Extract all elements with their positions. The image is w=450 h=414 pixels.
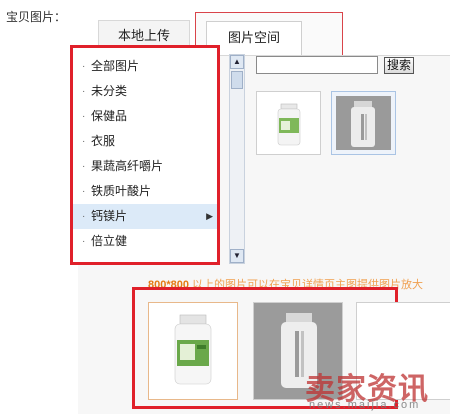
bullet: ·	[82, 61, 86, 72]
bullet: ·	[82, 161, 86, 172]
tab-image-space[interactable]: 图片空间	[206, 21, 302, 56]
category-label: 果蔬高纤嚼片	[91, 159, 164, 173]
supplement-bottle-image	[336, 96, 391, 150]
category-item[interactable]: · 衣服	[73, 129, 217, 154]
category-item[interactable]: · 铁质叶酸片	[73, 179, 217, 204]
category-label: 钙镁片	[91, 209, 128, 223]
bullet: ·	[82, 236, 86, 247]
field-label: 宝贝图片：	[6, 10, 67, 24]
preview-image[interactable]	[148, 302, 238, 400]
category-label: 未分类	[91, 84, 128, 98]
scroll-up-arrow-icon[interactable]: ▲	[230, 55, 244, 69]
category-scrollbar[interactable]: ▲ ▼	[229, 54, 245, 264]
category-item[interactable]: · 全部图片	[73, 54, 217, 79]
category-item[interactable]: · 倍立健	[73, 229, 217, 254]
category-label: 全部图片	[91, 59, 140, 73]
bullet: ·	[82, 86, 86, 97]
bullet: ·	[82, 136, 86, 147]
supplement-bottle-image	[174, 314, 212, 385]
scrollbar-thumb[interactable]	[231, 71, 243, 89]
bullet: ·	[82, 186, 86, 197]
category-label: 保健品	[91, 109, 128, 123]
bullet: ·	[82, 211, 86, 222]
category-item[interactable]: · 保健品	[73, 104, 217, 129]
scroll-down-arrow-icon[interactable]: ▼	[230, 249, 244, 263]
image-thumbnail[interactable]	[256, 91, 321, 155]
bullet: ·	[82, 111, 86, 122]
category-item[interactable]: · 未分类	[73, 79, 217, 104]
category-dropdown: · 全部图片 · 未分类 · 保健品 · 衣服 · 果蔬高纤嚼片 · 铁质叶酸片 · 钙镁片 ▶…	[70, 45, 220, 265]
search-button[interactable]: 搜索	[384, 57, 414, 74]
supplement-bottle-image	[277, 103, 301, 146]
search-input[interactable]	[256, 56, 378, 74]
watermark-url: news.maijia.com	[309, 399, 421, 411]
category-list: · 全部图片 · 未分类 · 保健品 · 衣服 · 果蔬高纤嚼片 · 铁质叶酸片 · 钙镁片 ▶…	[73, 54, 217, 254]
category-item-selected[interactable]: · 钙镁片 ▶	[73, 204, 217, 229]
category-label: 衣服	[91, 134, 116, 148]
category-label: 倍立健	[91, 234, 128, 248]
image-thumbnail-selected[interactable]	[331, 91, 396, 155]
category-item[interactable]: · 果蔬高纤嚼片	[73, 154, 217, 179]
category-label: 铁质叶酸片	[91, 184, 152, 198]
caret-right-icon: ▶	[206, 211, 213, 221]
